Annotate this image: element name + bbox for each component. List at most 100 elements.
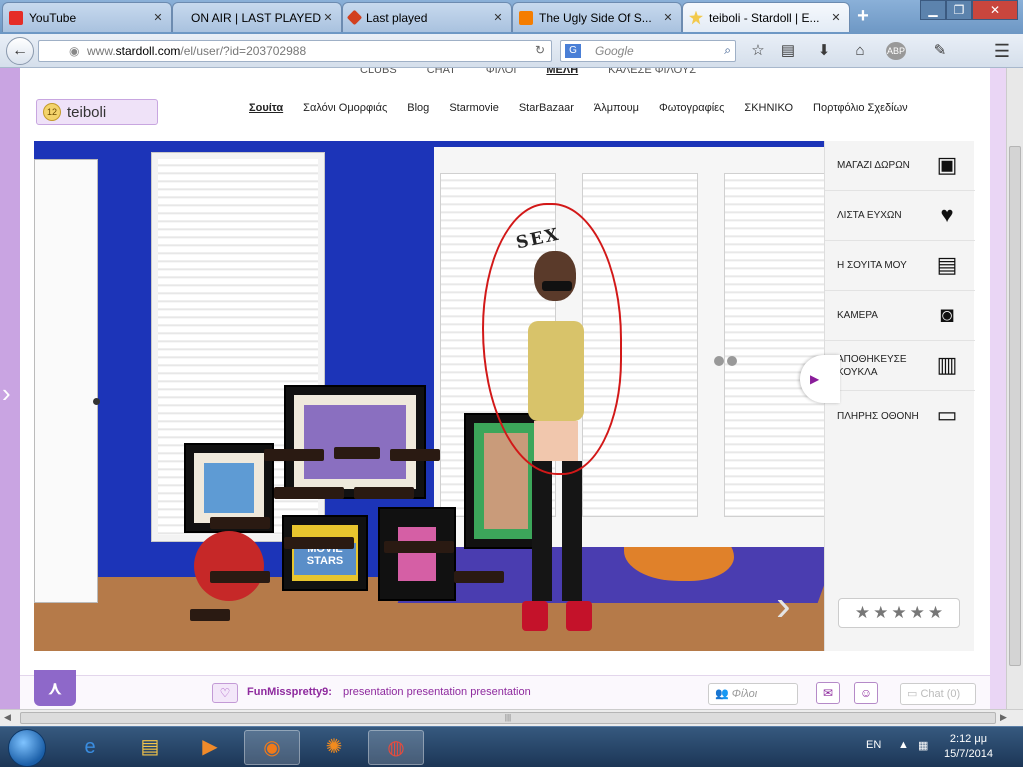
chat-button[interactable]: ▭ Chat (0) [900,683,976,705]
horizontal-scrollbar-thumb[interactable]: ||| [20,712,996,724]
adblock-icon[interactable]: ABP [886,42,906,60]
address-bar[interactable]: ◉ www.stardoll.com/el/user/?id=203702988… [38,40,552,62]
language-indicator[interactable]: EN [866,739,881,751]
top-links: CLUBS CHAT ΦΙΛΟΙ ΜΕΛΗ ΚΑΛΕΣΕ ΦΙΛΟΥΣ [360,68,696,76]
window-close-button[interactable]: ✕ [972,0,1018,20]
extension-icon[interactable]: ✎ [930,42,950,60]
message-text[interactable]: presentation presentation presentation [343,686,531,698]
vertical-scrollbar[interactable] [1006,68,1023,709]
side-item-camera[interactable]: ΚΑΜΕΡΑ ◙ [825,291,975,341]
chrome-icon[interactable]: ◍ [368,730,424,765]
side-item-my-suite[interactable]: Η ΣΟΥΙΤΑ ΜΟΥ ▤ [825,241,975,291]
friends-search-input[interactable]: 👥 Φίλοι [708,683,798,705]
top-link-chat[interactable]: CHAT [427,68,456,76]
avast-icon[interactable]: ✺ [306,730,362,765]
message-username[interactable]: FunMisspretty9: [247,686,332,698]
close-tab-icon[interactable]: ✕ [321,11,335,24]
network-icon[interactable]: ▦ [918,739,928,752]
chevron-right-icon[interactable]: › [776,581,791,631]
side-item-label: ΚΑΜΕΡΑ [837,310,878,321]
tray-flag-icon[interactable]: ▲ [898,739,909,751]
message-icon[interactable]: ♡ [212,683,238,703]
user-badge[interactable]: 12 teiboli [36,99,158,125]
subnav-starbazaar[interactable]: StarBazaar [519,102,574,114]
side-item-save-doll[interactable]: ΑΠΟΘΗΚΕΥΣΕ ΚΟΥΚΛΑ ▥ [825,341,975,391]
page-info-icon[interactable]: ◉ [69,44,79,58]
tab-last-played[interactable]: Last played ✕ [342,2,512,32]
subnav-starmovie[interactable]: Starmovie [449,102,499,114]
google-icon: G [565,44,581,58]
subnav-scenery[interactable]: ΣΚΗΝΙΚΟ [744,102,793,114]
rating-star-icon[interactable]: ★ [910,603,925,623]
tape-strip [264,449,324,461]
rating-star-icon[interactable]: ★ [855,603,870,623]
scroll-right-icon[interactable]: ▶ [1000,712,1007,723]
clock-time: 2:12 μμ [949,733,988,745]
firefox-icon[interactable]: ◉ [244,730,300,765]
side-item-fullscreen[interactable]: ΠΛΗΡΗΣ ΟΘΟΝΗ ▭ [825,391,975,441]
top-link-invite[interactable]: ΚΑΛΕΣΕ ΦΙΛΟΥΣ [608,68,696,76]
scrollbar-thumb[interactable] [1009,146,1021,666]
save-doll-icon: ▥ [936,352,958,377]
clock-date: 15/7/2014 [944,748,993,760]
top-link-clubs[interactable]: CLUBS [360,68,397,76]
friends-placeholder: Φίλοι [731,688,758,700]
subnav-suite[interactable]: Σουίτα [249,102,283,114]
gift-box-icon: ▣ [936,152,958,177]
reload-icon[interactable]: ↻ [535,43,545,57]
picture-frame[interactable] [378,507,456,601]
search-box[interactable]: G Google ⌕ [560,40,736,62]
new-tab-button[interactable]: + [852,6,874,28]
wardrobe-knobs [714,355,744,366]
chevron-left-icon[interactable]: › [2,378,11,409]
side-menu-toggle[interactable]: ▶ [800,355,840,403]
close-tab-icon[interactable]: ✕ [829,11,843,24]
back-button[interactable]: ← [6,37,34,65]
subnav-album[interactable]: Άλμπουμ [594,102,639,114]
movie-stars-poster[interactable]: MOVIE STARS [282,515,368,591]
picture-frame[interactable] [284,385,426,499]
bookmarks-icon[interactable]: ▤ [778,42,798,60]
stardoll-logo-tab[interactable]: ⋏ [34,670,76,706]
close-tab-icon[interactable]: ✕ [491,11,505,24]
profile-subnav: Σουίτα Σαλόνι Ομορφιάς Blog Starmovie St… [249,102,908,114]
download-icon[interactable]: ⬇ [814,42,834,60]
rating-star-icon[interactable]: ★ [928,603,943,623]
subnav-blog[interactable]: Blog [407,102,429,114]
start-button[interactable] [8,729,46,767]
media-player-icon[interactable]: ▶ [182,730,238,765]
home-icon[interactable]: ⌂ [850,42,870,60]
rating-star-icon[interactable]: ★ [873,603,888,623]
internet-explorer-icon[interactable]: e [62,730,118,765]
rose-decoration[interactable] [194,531,264,601]
mail-button[interactable]: ✉ [816,682,840,704]
subnav-design-portfolio[interactable]: Πορτφόλιο Σχεδίων [813,102,908,114]
horizontal-scrollbar[interactable]: ◀ ||| ▶ [0,709,1023,726]
door [34,159,100,603]
close-tab-icon[interactable]: ✕ [661,11,675,24]
top-link-members[interactable]: ΜΕΛΗ [546,68,578,76]
tab-on-air[interactable]: ON AIR | LAST PLAYED... ✕ [172,2,342,32]
side-item-label: Η ΣΟΥΙΤΑ ΜΟΥ [837,260,907,271]
side-item-wishlist[interactable]: ΛΙΣΤΑ ΕΥΧΩΝ ♥ [825,191,975,241]
close-tab-icon[interactable]: ✕ [151,11,165,24]
restore-button[interactable]: ❐ [946,0,972,20]
emoticon-button[interactable]: ☺ [854,682,878,704]
search-icon[interactable]: ⌕ [724,43,731,58]
menu-icon[interactable]: ☰ [992,42,1012,60]
minimize-button[interactable]: ▁ [920,0,946,20]
tab-blogger[interactable]: The Ugly Side Of S... ✕ [512,2,682,32]
star-rating[interactable]: ★ ★ ★ ★ ★ [838,598,960,628]
tab-stardoll[interactable]: teiboli - Stardoll | E... ✕ [682,2,850,32]
subnav-photos[interactable]: Φωτογραφίες [659,102,724,114]
file-explorer-icon[interactable]: ▤ [122,730,178,765]
bookmark-star-icon[interactable]: ☆ [748,42,768,60]
rating-star-icon[interactable]: ★ [891,603,906,623]
side-item-gift-shop[interactable]: ΜΑΓΑΖΙ ΔΩΡΩΝ ▣ [825,141,975,191]
scroll-left-icon[interactable]: ◀ [4,712,11,723]
tab-youtube[interactable]: YouTube ✕ [2,2,172,32]
top-link-friends[interactable]: ΦΙΛΟΙ [486,68,517,76]
subnav-beauty-parlor[interactable]: Σαλόνι Ομορφιάς [303,102,387,114]
username: teiboli [67,103,107,121]
system-clock[interactable]: 2:12 μμ 15/7/2014 [944,732,993,762]
